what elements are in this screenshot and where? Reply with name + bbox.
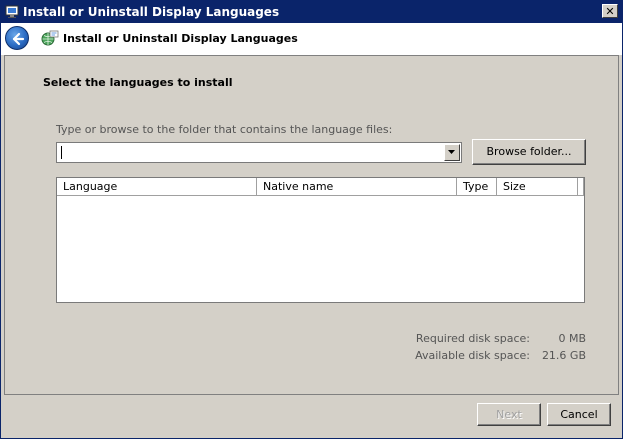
column-header-native-name[interactable]: Native name xyxy=(257,178,457,196)
folder-path-label: Type or browse to the folder that contai… xyxy=(56,123,393,136)
title-bar[interactable]: Install or Uninstall Display Languages ✕ xyxy=(1,1,622,23)
column-header-type[interactable]: Type xyxy=(457,178,497,196)
list-header: Language Native name Type Size xyxy=(57,178,584,196)
required-space-label: Required disk space: xyxy=(415,332,530,345)
dropdown-button[interactable] xyxy=(444,144,460,161)
language-globe-icon xyxy=(41,30,59,46)
button-bar: Next Cancel xyxy=(1,395,622,438)
navigation-bar: Install or Uninstall Display Languages xyxy=(1,23,622,55)
chevron-down-icon xyxy=(448,150,455,154)
text-caret xyxy=(61,146,62,159)
folder-path-combobox[interactable] xyxy=(56,142,462,163)
dialog-window: Install or Uninstall Display Languages ✕… xyxy=(0,0,623,439)
back-button[interactable] xyxy=(5,26,29,50)
language-app-icon xyxy=(5,4,20,19)
page-title: Install or Uninstall Display Languages xyxy=(63,32,298,45)
column-header-size[interactable]: Size xyxy=(497,178,578,196)
browse-folder-button[interactable]: Browse folder... xyxy=(472,139,586,165)
column-header-filler xyxy=(578,178,584,196)
section-heading: Select the languages to install xyxy=(43,76,233,89)
window-title: Install or Uninstall Display Languages xyxy=(23,5,280,19)
close-button[interactable]: ✕ xyxy=(602,4,618,18)
available-space-value: 21.6 GB xyxy=(541,349,586,362)
column-header-language[interactable]: Language xyxy=(57,178,257,196)
cancel-button[interactable]: Cancel xyxy=(547,403,611,426)
back-arrow-icon xyxy=(12,32,25,46)
available-space-label: Available disk space: xyxy=(415,349,530,362)
language-list[interactable]: Language Native name Type Size xyxy=(56,177,585,303)
required-space-value: 0 MB xyxy=(558,332,586,345)
content-panel: Select the languages to install Type or … xyxy=(4,55,619,395)
next-button[interactable]: Next xyxy=(477,403,541,426)
